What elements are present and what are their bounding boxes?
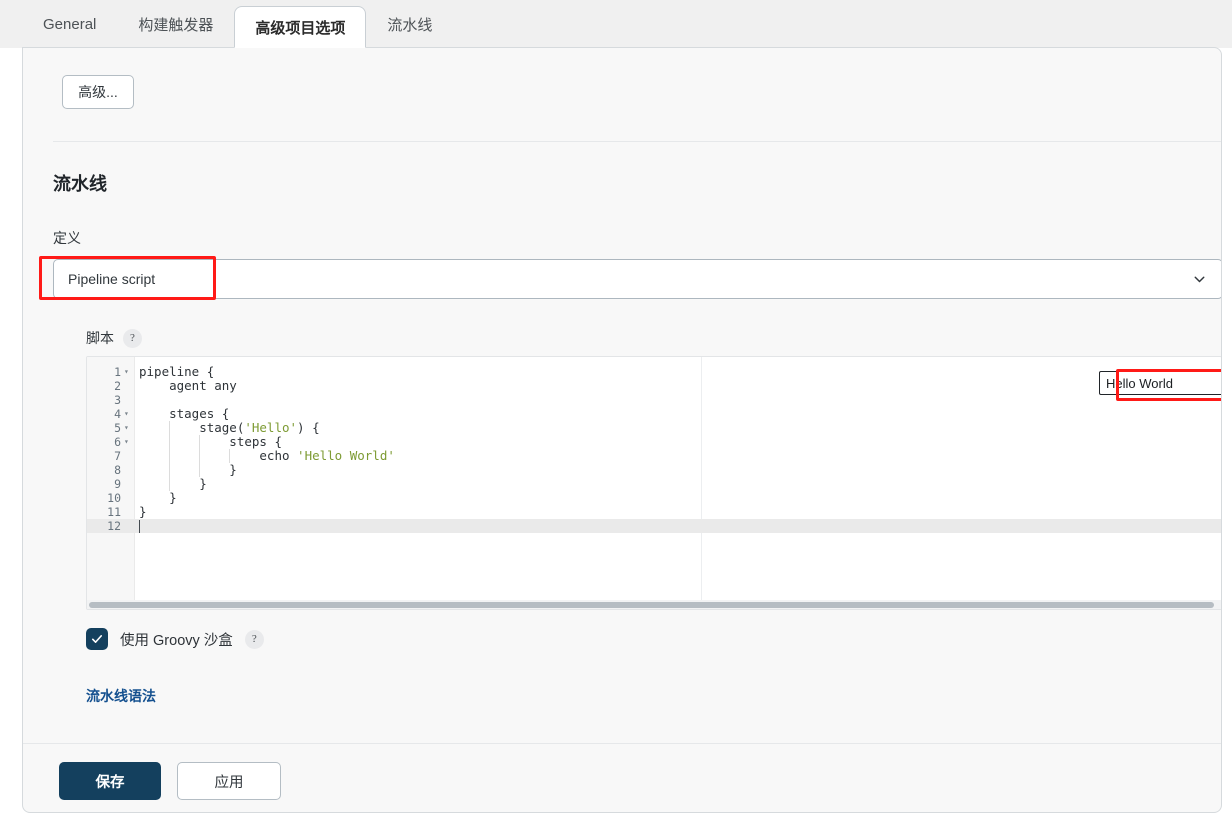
tab-label: 高级项目选项 [255,19,346,37]
editor-line-text: } [139,504,147,519]
editor-fold-toggle-icon[interactable]: ▾ [124,365,133,379]
tab-0[interactable]: General [22,6,117,42]
editor-indent-guide [169,435,171,449]
editor-indent-guide [169,421,171,435]
apply-button-label: 应用 [214,774,244,791]
script-label: 脚本 [86,330,114,346]
editor-indent-guide [229,449,231,463]
section-divider [53,141,1221,142]
page-title: 流水线 [53,174,107,194]
help-icon-sandbox[interactable]: ? [244,629,264,649]
groovy-sandbox-checkbox[interactable] [86,628,108,650]
help-icon-script[interactable]: ? [123,328,142,348]
editor-line-number: 8 [114,463,121,477]
tab-bar: General 构建触发器 高级项目选项 流水线 [0,0,1232,48]
apply-button[interactable]: 应用 [177,762,281,800]
groovy-sandbox-label: 使用 Groovy 沙盒 [120,632,233,649]
editor-line-number: 4 [114,407,121,421]
editor-line-number: 10 [107,491,121,505]
editor-line: 7 echo 'Hello World' [87,448,1221,464]
tab-list: General 构建触发器 高级项目选项 流水线 [22,0,453,48]
sandbox-checkbox-row: 使用 Groovy 沙盒 ? [86,628,264,650]
editor-line: 5 ▾ stage('Hello') { [87,420,1221,436]
editor-line-number: 6 [114,435,121,449]
script-editor[interactable]: 1 ▾ pipeline {2 agent any 3 4 ▾ stages {5 ▾ st… [86,356,1221,610]
editor-line-text: stage('Hello') { [139,420,320,435]
editor-line: 12 [87,519,1221,533]
config-panel: 高级... 流水线 定义 Pipeline script 脚本 ? 1 ▾ pi… [22,47,1222,813]
editor-line-text: } [139,462,237,477]
pipeline-syntax-link[interactable]: 流水线语法 [86,686,156,706]
editor-line-text: } [139,490,177,505]
editor-fold-toggle-icon[interactable]: ▾ [124,435,133,449]
editor-indent-guide [199,449,201,463]
advanced-button[interactable]: 高级... [62,75,134,109]
editor-horizontal-scrollbar[interactable] [87,600,1221,609]
editor-indent-guide [169,463,171,477]
script-label-group: 脚本 ? [86,328,142,348]
editor-line-text: pipeline { [139,364,215,379]
editor-line-number: 11 [107,505,121,519]
save-button[interactable]: 保存 [59,762,161,800]
definition-select-value: Pipeline script [68,271,156,287]
chevron-down-icon [1191,271,1208,288]
editor-line-text: steps { [139,434,282,449]
tab-label: 构建触发器 [138,17,214,34]
editor-line-number: 3 [114,393,121,407]
editor-line-number: 12 [107,519,121,533]
editor-line: 10 } [87,490,1221,506]
editor-line-text: echo 'Hello World' [139,448,395,463]
editor-line: 3 [87,393,1221,407]
tab-label: General [43,16,97,33]
editor-fold-toggle-icon[interactable]: ▾ [124,407,133,421]
editor-indent-guide [199,463,201,477]
editor-line-number: 9 [114,477,121,491]
form-actions: 保存 应用 [59,762,281,800]
page-root: General 构建触发器 高级项目选项 流水线 高级... 流水线 定义 Pipel… [0,0,1232,822]
definition-label: 定义 [53,230,81,246]
editor-line: 2 agent any [87,378,1221,394]
sample-pipeline-select[interactable]: Hello World [1099,371,1221,395]
advanced-button-label: 高级... [78,84,118,100]
tab-1[interactable]: 构建触发器 [117,6,234,42]
sample-pipeline-select-value: Hello World [1106,375,1173,391]
editor-line-text: agent any [139,378,237,393]
editor-line-number: 1 [114,365,121,379]
editor-line: 11} [87,504,1221,520]
editor-line: 8 } [87,462,1221,478]
editor-indent-guide [199,435,201,449]
editor-fold-toggle-icon[interactable]: ▾ [124,421,133,435]
save-button-label: 保存 [95,774,125,791]
check-icon [91,635,103,643]
editor-line-number: 7 [114,449,121,463]
editor-line: 4 ▾ stages { [87,406,1221,422]
editor-line: 6 ▾ steps { [87,434,1221,450]
editor-line: 1 ▾ pipeline { [87,364,1221,380]
tab-2[interactable]: 高级项目选项 [234,6,367,48]
tab-3[interactable]: 流水线 [366,6,453,42]
editor-line: 9 } [87,476,1221,492]
editor-line-text: stages { [139,406,230,421]
definition-select-wrapper: Pipeline script [53,259,1221,299]
tab-label: 流水线 [387,17,433,34]
editor-line-number: 5 [114,421,121,435]
footer-divider [23,743,1221,744]
editor-scrollbar-thumb[interactable] [89,602,1214,608]
editor-line-text: } [139,476,207,491]
editor-indent-guide [169,449,171,463]
editor-line-number: 2 [114,379,121,393]
editor-indent-guide [169,477,171,491]
definition-select[interactable]: Pipeline script [53,259,1221,299]
